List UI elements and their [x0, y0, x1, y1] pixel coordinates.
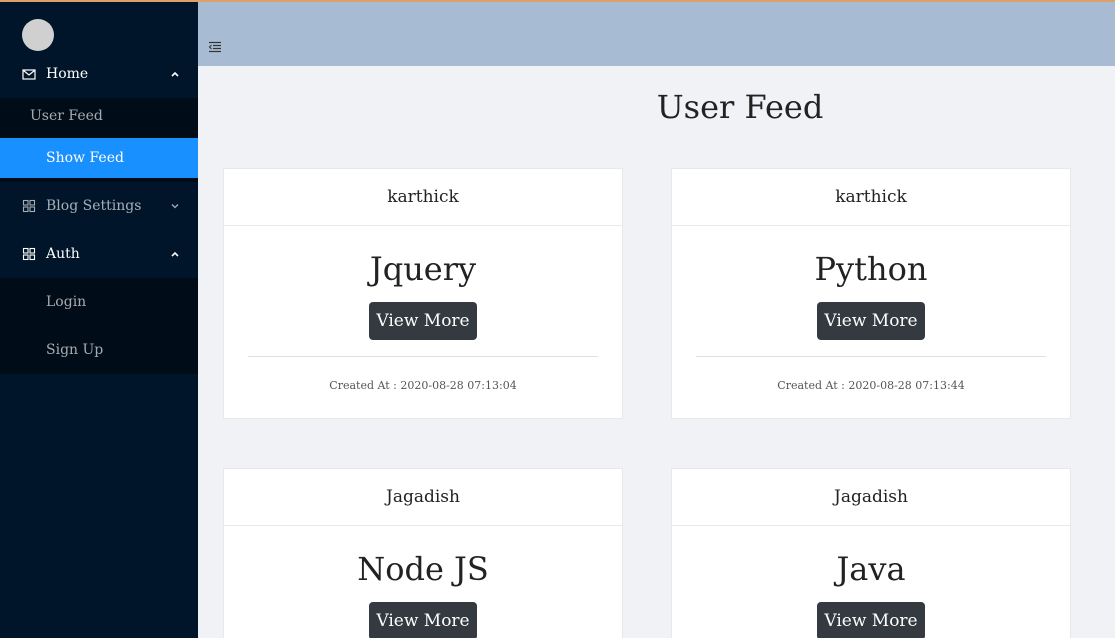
feed-card: karthick Jquery View More Created At : 2… — [223, 168, 623, 419]
card-title: Jquery — [369, 250, 477, 288]
sidebar-item-auth[interactable]: Auth — [0, 230, 198, 278]
sidebar-subitem-user-feed[interactable]: User Feed — [0, 96, 198, 136]
card-title: Node JS — [357, 550, 489, 588]
sidebar-item-label: Home — [46, 66, 89, 82]
card-created-at: Created At : 2020-08-28 07:13:44 — [777, 379, 965, 392]
chevron-up-icon — [171, 251, 179, 257]
sidebar-item-blog-settings[interactable]: Blog Settings — [0, 182, 198, 230]
mail-icon — [22, 69, 36, 80]
card-title: Java — [836, 550, 906, 588]
card-author: Jagadish — [672, 469, 1070, 526]
feed-card: Jagadish Java View More — [671, 468, 1071, 638]
page-title: User Feed — [656, 88, 824, 126]
feed-card: karthick Python View More Created At : 2… — [671, 168, 1071, 419]
view-more-button[interactable]: View More — [817, 602, 925, 638]
view-more-button[interactable]: View More — [369, 602, 477, 638]
card-author: karthick — [224, 169, 622, 226]
feed-card: Jagadish Node JS View More — [223, 468, 623, 638]
sidebar-subitem-login[interactable]: Login — [0, 282, 198, 322]
sidebar-subitem-label: Login — [46, 294, 87, 310]
sidebar: Home User Feed Show Feed Blog Settings A… — [0, 2, 198, 638]
sidebar-item-home[interactable]: Home — [0, 50, 198, 98]
sidebar-subitem-sign-up[interactable]: Sign Up — [0, 330, 198, 370]
card-author: Jagadish — [224, 469, 622, 526]
appstore-icon — [22, 199, 36, 213]
sidebar-subitem-label: Sign Up — [46, 342, 104, 358]
sidebar-item-label: Auth — [46, 246, 80, 262]
sidebar-subitem-label: Show Feed — [46, 150, 124, 166]
avatar[interactable] — [22, 19, 54, 51]
view-more-button[interactable]: View More — [817, 302, 925, 340]
chevron-up-icon — [171, 71, 179, 77]
chevron-down-icon — [171, 204, 179, 209]
sidebar-subitem-label: User Feed — [30, 108, 103, 124]
menu-fold-icon[interactable] — [208, 40, 222, 54]
card-divider — [696, 356, 1046, 357]
sidebar-subitem-show-feed[interactable]: Show Feed — [0, 138, 198, 178]
sidebar-item-label: Blog Settings — [46, 198, 142, 214]
top-accent-line — [0, 0, 1115, 2]
card-created-at: Created At : 2020-08-28 07:13:04 — [329, 379, 517, 392]
card-author: karthick — [672, 169, 1070, 226]
appstore-icon — [22, 247, 36, 261]
card-divider — [248, 356, 598, 357]
view-more-button[interactable]: View More — [369, 302, 477, 340]
card-title: Python — [814, 250, 928, 288]
header-bar — [198, 2, 1115, 66]
